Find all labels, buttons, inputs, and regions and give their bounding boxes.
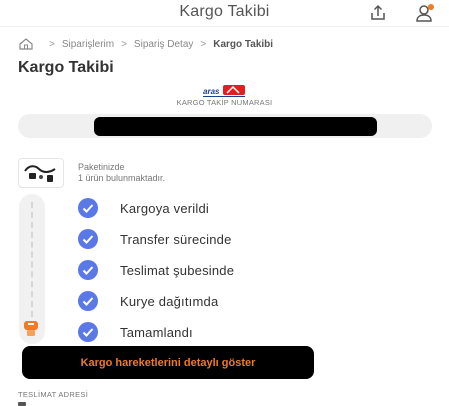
show-shipment-details-button[interactable]: Kargo hareketlerini detaylı göster bbox=[22, 346, 314, 379]
home-icon[interactable] bbox=[18, 38, 34, 50]
check-circle-icon bbox=[78, 322, 98, 342]
delivery-address-title: TESLİMAT ADRESİ bbox=[18, 390, 89, 399]
status-step-label: Kargoya verildi bbox=[120, 200, 209, 216]
tracking-number-redacted bbox=[94, 117, 377, 136]
show-shipment-details-label: Kargo hareketlerini detaylı göster bbox=[80, 356, 256, 369]
breadcrumb-separator: > bbox=[200, 38, 207, 50]
breadcrumb-current: Kargo Takibi bbox=[213, 38, 274, 50]
status-step-label: Tamamlandı bbox=[120, 324, 193, 340]
check-circle-icon bbox=[78, 229, 98, 249]
package-info-count: 1 ürün bulunmaktadır. bbox=[78, 173, 166, 183]
tracking-number-label: KARGO TAKİP NUMARASI bbox=[176, 98, 273, 107]
status-step-completed: Tamamlandı bbox=[78, 322, 193, 342]
check-circle-icon bbox=[78, 291, 98, 311]
breadcrumb-separator: > bbox=[49, 38, 55, 50]
top-bar: Kargo Takibi bbox=[0, 0, 449, 28]
package-info: Paketinizde 1 ürün bulunmaktadır. bbox=[78, 162, 165, 184]
product-thumbnail[interactable] bbox=[18, 158, 64, 188]
status-step-label: Transfer sürecinde bbox=[120, 231, 232, 247]
breadcrumb: > Siparişlerim > Sipariş Detay > Kargo T… bbox=[18, 37, 273, 51]
check-circle-icon bbox=[78, 198, 98, 218]
status-step-label: Teslimat şubesinde bbox=[120, 262, 235, 278]
aras-kargo-logo: aras bbox=[203, 85, 245, 97]
header-divider bbox=[0, 26, 449, 27]
status-step-shipped: Kargoya verildi bbox=[78, 198, 209, 218]
breadcrumb-separator: > bbox=[121, 38, 127, 50]
status-step-in-transfer: Transfer sürecinde bbox=[78, 229, 232, 249]
progress-rail-dashes bbox=[31, 202, 35, 317]
share-icon[interactable] bbox=[369, 4, 387, 22]
status-step-out-for-delivery: Kurye dağıtımda bbox=[78, 291, 218, 311]
check-circle-icon bbox=[78, 260, 98, 280]
page-title: Kargo Takibi bbox=[18, 59, 114, 76]
delivery-location-pin-icon bbox=[24, 321, 38, 336]
package-info-title: Paketinizde bbox=[78, 162, 125, 172]
breadcrumb-orders[interactable]: Siparişlerim bbox=[62, 39, 114, 50]
status-step-at-branch: Teslimat şubesinde bbox=[78, 260, 234, 280]
status-step-label: Kurye dağıtımda bbox=[120, 293, 219, 309]
svg-text:aras: aras bbox=[203, 87, 220, 96]
user-icon[interactable] bbox=[415, 3, 435, 23]
breadcrumb-order-detail[interactable]: Sipariş Detay bbox=[134, 39, 193, 50]
delivery-address-text-cutoff bbox=[18, 402, 26, 406]
